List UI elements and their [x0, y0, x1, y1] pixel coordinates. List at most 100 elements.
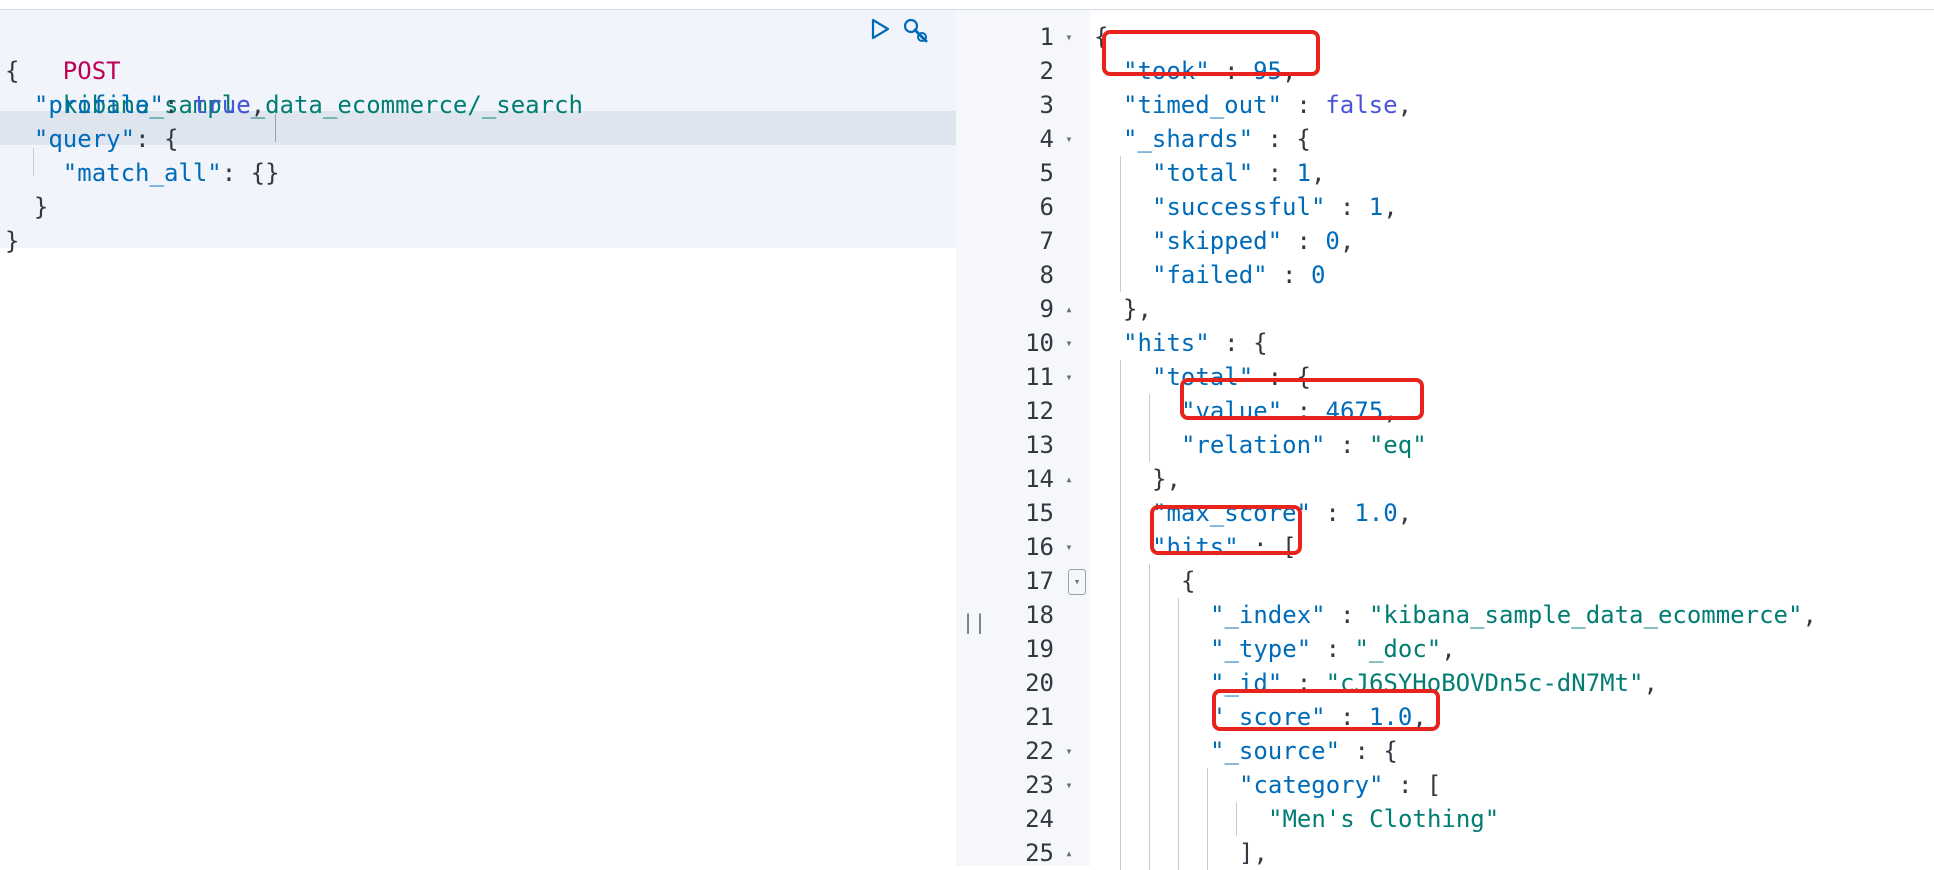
line-number: 6: [1039, 193, 1054, 221]
fold-collapse-icon[interactable]: ▾: [1058, 122, 1080, 156]
response-line[interactable]: 14 ▴},: [982, 462, 1934, 496]
code-text: "_shards" : {: [1123, 125, 1311, 153]
code-text: "_score" : 1.0,: [1210, 703, 1427, 731]
line-number: 24: [1025, 805, 1054, 833]
line-number: 18: [1025, 601, 1054, 629]
response-viewer[interactable]: 1 ▾{2 "took" : 95, 3 "timed_out" : false, 4 ▾ "…: [982, 10, 1934, 870]
fold-expand-icon[interactable]: ▴: [1058, 462, 1080, 496]
response-line[interactable]: 8 "failed" : 0: [982, 258, 1934, 292]
response-line[interactable]: 21 "_score" : 1.0,: [982, 700, 1934, 734]
code-text: "total" : 1,: [1152, 159, 1326, 187]
response-line[interactable]: 13 "relation" : "eq": [982, 428, 1934, 462]
code-text: "successful" : 1,: [1152, 193, 1398, 221]
response-line[interactable]: 20 "_id" : "cJ6SYHoBOVDn5c-dN7Mt",: [982, 666, 1934, 700]
fold-expand-icon[interactable]: ▴: [1058, 836, 1080, 870]
indent-guide: [1149, 836, 1150, 870]
response-line[interactable]: 11 ▾ "total" : {: [982, 360, 1934, 394]
line-number: 19: [1025, 635, 1054, 663]
request-line-1[interactable]: POST kibana_sample_data_ecommerce/_searc…: [5, 20, 583, 119]
fold-collapse-icon[interactable]: ▾: [1058, 326, 1080, 360]
fold-expand-icon[interactable]: ▴: [1058, 292, 1080, 326]
code-text: "Men's Clothing": [1268, 805, 1500, 833]
response-line[interactable]: 16 ▾ "hits" : [: [982, 530, 1934, 564]
fold-collapse-icon[interactable]: ▾: [1058, 20, 1080, 54]
top-border: [0, 0, 1934, 10]
indent-guide: [1120, 802, 1121, 836]
response-line[interactable]: 17 ▾ {: [982, 564, 1934, 598]
response-line[interactable]: 7 "skipped" : 0,: [982, 224, 1934, 258]
line-number: 10: [1025, 329, 1054, 357]
indent-guide: [1149, 394, 1150, 428]
indent-guide: [1178, 666, 1179, 700]
response-line[interactable]: 12 "value" : 4675,: [982, 394, 1934, 428]
indent-guide: [1207, 802, 1208, 836]
indent-guide: [1178, 598, 1179, 632]
indent-guide: [1120, 768, 1121, 802]
indent-guide: [1120, 156, 1121, 190]
response-line[interactable]: 22 ▾ "_source" : {: [982, 734, 1934, 768]
request-line[interactable]: "match_all": {}: [5, 156, 280, 190]
indent-guide: [1120, 564, 1121, 598]
code-text: {: [1094, 23, 1109, 51]
request-editor[interactable]: POST kibana_sample_data_ecommerce/_searc…: [0, 10, 956, 866]
line-number: 7: [1039, 227, 1054, 255]
indent-guide: [1207, 836, 1208, 870]
line-number: 5: [1039, 159, 1054, 187]
play-icon[interactable]: [866, 17, 894, 45]
code-text: "hits" : [: [1152, 533, 1297, 561]
response-line[interactable]: 4 ▾ "_shards" : {: [982, 122, 1934, 156]
response-line[interactable]: 19 "_type" : "_doc",: [982, 632, 1934, 666]
fold-collapse-icon[interactable]: ▾: [1058, 530, 1080, 564]
indent-guide: [1120, 496, 1121, 530]
panel-divider[interactable]: [956, 10, 982, 866]
wrench-icon[interactable]: [902, 17, 930, 45]
fold-collapse-icon[interactable]: ▾: [1058, 734, 1080, 768]
fold-collapse-icon[interactable]: ▾: [1058, 360, 1080, 394]
response-line[interactable]: 24 "Men's Clothing": [982, 802, 1934, 836]
code-text: "skipped" : 0,: [1152, 227, 1355, 255]
indent-guide: [1178, 734, 1179, 768]
response-line[interactable]: 23 ▾ "category" : [: [982, 768, 1934, 802]
response-line[interactable]: 18 "_index" : "kibana_sample_data_ecommer…: [982, 598, 1934, 632]
request-line[interactable]: }: [5, 224, 19, 258]
indent-guide: [1120, 632, 1121, 666]
response-line[interactable]: 1 ▾ {: [982, 20, 1934, 54]
line-number: 16: [1025, 533, 1054, 561]
line-number: 17: [1025, 567, 1054, 595]
code-text: "_index" : "kibana_sample_data_ecommerce…: [1210, 601, 1817, 629]
response-line[interactable]: 6 "successful" : 1,: [982, 190, 1934, 224]
request-line[interactable]: {: [5, 54, 19, 88]
code-text: "max_score" : 1.0,: [1152, 499, 1413, 527]
indent-guide: [1236, 802, 1237, 836]
response-line[interactable]: 15 "max_score" : 1.0,: [982, 496, 1934, 530]
indent-guide: [1120, 428, 1121, 462]
response-line[interactable]: 25 ▴],: [982, 836, 1934, 870]
response-line[interactable]: 9 ▴},: [982, 292, 1934, 326]
indent-guide: [1120, 394, 1121, 428]
indent-guide: [1120, 666, 1121, 700]
indent-guide: [1178, 700, 1179, 734]
resize-handle[interactable]: ||: [962, 605, 986, 639]
fold-collapse-icon[interactable]: ▾: [1058, 768, 1080, 802]
response-line[interactable]: 5 "total" : 1,: [982, 156, 1934, 190]
code-text: "hits" : {: [1123, 329, 1268, 357]
line-number: 8: [1039, 261, 1054, 289]
indent-guide: [1120, 734, 1121, 768]
code-text: {: [1181, 567, 1196, 595]
request-line[interactable]: }: [5, 190, 48, 224]
line-number: 22: [1025, 737, 1054, 765]
request-line[interactable]: "profile": true,: [5, 88, 265, 122]
indent-guide: [1149, 802, 1150, 836]
response-line[interactable]: 2 "took" : 95,: [982, 54, 1934, 88]
request-line[interactable]: "query": {: [5, 122, 179, 156]
indent-guide: [33, 148, 34, 176]
response-line[interactable]: 3 "timed_out" : false,: [982, 88, 1934, 122]
code-text: "failed" : 0: [1152, 261, 1326, 289]
fold-collapse-icon[interactable]: ▾: [1068, 569, 1086, 595]
indent-guide: [1149, 428, 1150, 462]
line-number: 13: [1025, 431, 1054, 459]
indent-guide: [1178, 632, 1179, 666]
code-text: },: [1152, 465, 1181, 493]
line-number: 14: [1025, 465, 1054, 493]
response-line[interactable]: 10 ▾ "hits" : {: [982, 326, 1934, 360]
